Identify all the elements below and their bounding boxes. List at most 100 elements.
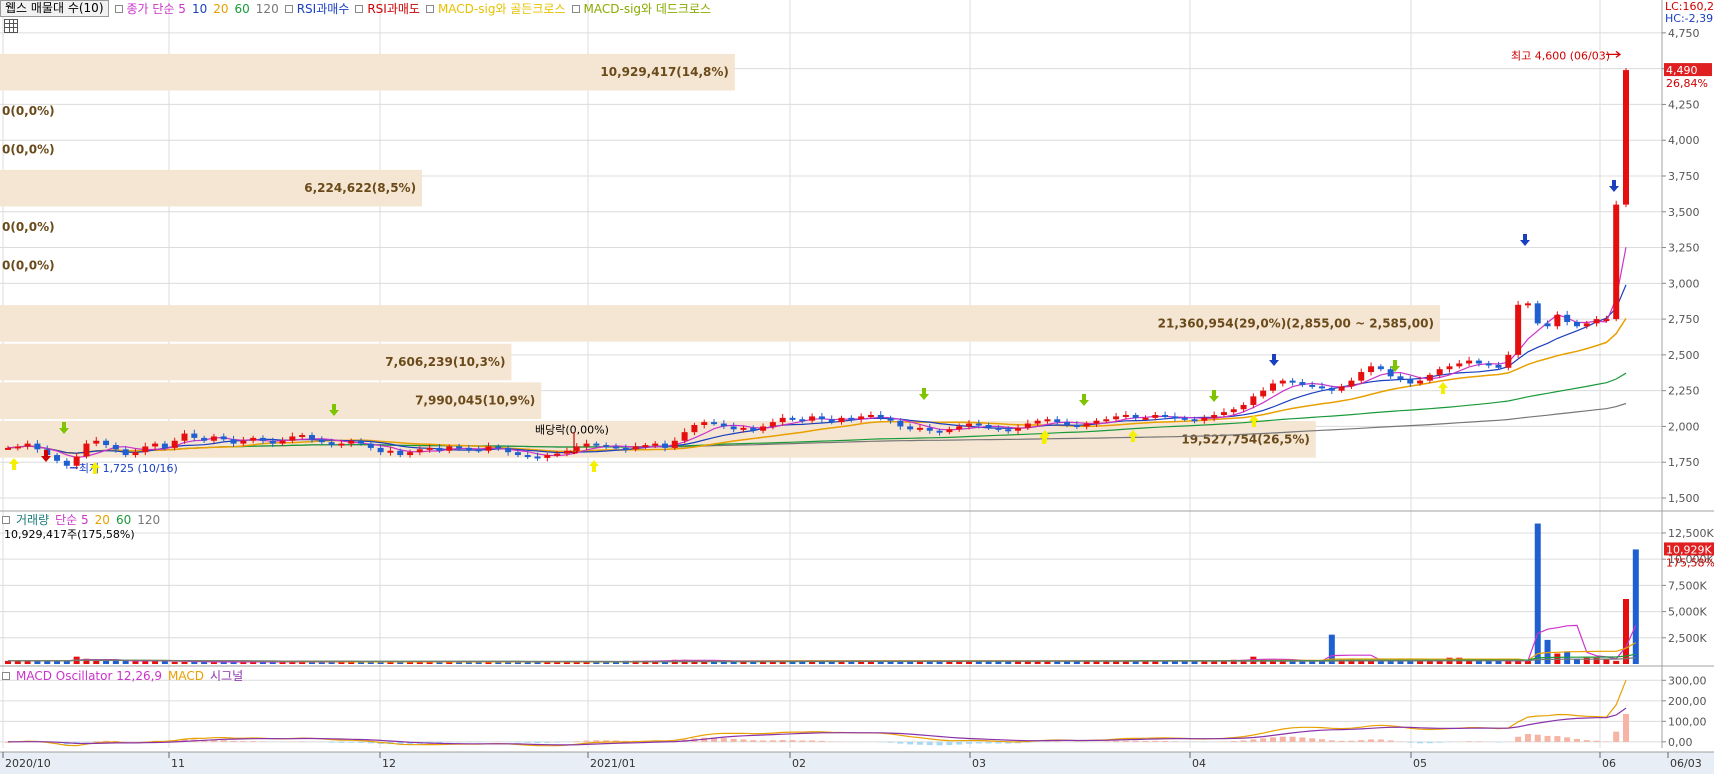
- macd-oscillator-bar: [760, 740, 767, 742]
- macd-oscillator-bar: [1377, 739, 1384, 742]
- candle-body: [1544, 323, 1551, 327]
- macd-oscillator-bar: [887, 741, 894, 743]
- candle-body: [1289, 380, 1296, 383]
- candle-body: [1093, 420, 1100, 424]
- candle-body: [1603, 319, 1610, 322]
- macd-oscillator-bar: [328, 741, 335, 743]
- price-tick-label: 2,250: [1668, 385, 1700, 398]
- macd-tick-label: 200,00: [1668, 695, 1707, 708]
- stock-chart[interactable]: 10,929,417(14,8%) 0(0,0%) 0(0,0%) 6,224,622…: [0, 0, 1714, 774]
- candle-body: [220, 436, 227, 440]
- indicator-ma60[interactable]: 60: [235, 2, 250, 16]
- indicator-ma-label: 종가 단순 5: [126, 2, 186, 16]
- volume-bar: [1613, 660, 1620, 664]
- indicator-macd-dead[interactable]: MACD-sig와 데드크로스: [571, 0, 711, 17]
- volume-bar: [93, 660, 100, 664]
- macd-oscillator-bar: [338, 741, 345, 743]
- macd-oscillator-bar: [1534, 734, 1541, 742]
- candle-body: [407, 452, 414, 456]
- candle-body: [1534, 303, 1541, 324]
- macd-oscillator-bar: [1113, 740, 1120, 742]
- candle-body: [1132, 414, 1139, 418]
- macd-oscillator-bar: [750, 740, 757, 742]
- current-change-label: 26,84%: [1666, 77, 1708, 90]
- grid-settings-icon[interactable]: [4, 19, 18, 33]
- price-tick-label: 2,500: [1668, 349, 1700, 362]
- price-tick-label: 3,500: [1668, 206, 1700, 219]
- macd-oscillator-bar: [946, 741, 953, 746]
- indicator-rsi-overbought[interactable]: RSI과매수: [284, 0, 349, 17]
- indicator-rsi-oversold[interactable]: RSI과매도: [355, 0, 420, 17]
- candle-body: [191, 433, 198, 438]
- macd-oscillator-bar: [926, 741, 933, 746]
- candle-body: [534, 456, 541, 459]
- candle-body: [54, 455, 61, 461]
- candle-body: [524, 455, 531, 458]
- indicator-ma10[interactable]: 10: [192, 2, 207, 16]
- candle-body: [612, 446, 619, 449]
- macd-legend-icon[interactable]: [2, 671, 10, 680]
- volume-ma60-label: 60: [115, 512, 132, 527]
- volume-profile-selector[interactable]: 웹스 매물대 수(10): [0, 0, 109, 17]
- macd-oscillator-bar: [1368, 739, 1375, 742]
- candle-body: [622, 447, 629, 450]
- candle-body: [1515, 304, 1522, 355]
- volume-tick-label: 2,500K: [1668, 632, 1707, 645]
- volume-profile-label: 0(0,0%): [2, 258, 55, 272]
- candle-body: [250, 437, 257, 441]
- candle-body: [328, 442, 335, 446]
- macd-oscillator-bar: [1171, 741, 1178, 742]
- macd-oscillator-bar: [936, 741, 943, 746]
- candle-body: [632, 446, 639, 450]
- candle-body: [956, 426, 963, 430]
- indicator-ma20[interactable]: 20: [213, 2, 228, 16]
- macd-oscillator-bar: [1613, 731, 1620, 742]
- price-tick-label: 3,750: [1668, 170, 1700, 183]
- macd-oscillator-bar: [740, 739, 747, 742]
- macd-oscillator-bar: [1544, 735, 1551, 742]
- candle-body: [1446, 366, 1453, 370]
- macd-oscillator-bar: [1358, 740, 1365, 742]
- candle-body: [1466, 360, 1473, 364]
- candle-body: [426, 447, 433, 450]
- indicator-ma[interactable]: 종가 단순 5: [114, 0, 186, 17]
- price-tick-label: 2,000: [1668, 420, 1700, 433]
- candle-body: [1171, 416, 1178, 419]
- indicator-macd-golden[interactable]: MACD-sig와 골든크로스: [425, 0, 566, 17]
- candle-body: [1152, 414, 1159, 418]
- macd-oscillator-bar: [799, 740, 806, 742]
- candle-body: [1524, 303, 1531, 306]
- candle-body: [573, 446, 580, 451]
- macd-oscillator-bar: [1132, 740, 1139, 742]
- macd-oscillator-bar: [1554, 736, 1561, 742]
- candle-body: [1623, 70, 1629, 205]
- macd-oscillator-bar: [583, 740, 590, 742]
- price-tick-label: 4,750: [1668, 27, 1700, 40]
- x-tick-label: 2021/01: [590, 757, 636, 770]
- candle-body: [318, 439, 325, 443]
- candle-body: [416, 449, 423, 453]
- candle-body: [985, 424, 992, 428]
- candle-body: [1328, 387, 1335, 391]
- candle-body: [603, 445, 610, 448]
- candle-body: [299, 435, 306, 438]
- price-tick-label: 2,750: [1668, 313, 1700, 326]
- candle-body: [1475, 360, 1482, 364]
- indicator-ma120[interactable]: 120: [256, 2, 279, 16]
- candle-body: [1024, 423, 1031, 428]
- macd-oscillator-bar: [985, 741, 992, 744]
- candle-body: [877, 414, 884, 418]
- candle-body: [1377, 366, 1384, 370]
- candle-body: [1260, 390, 1267, 397]
- macd-oscillator-bar: [1152, 740, 1159, 742]
- candle-body: [1005, 429, 1012, 432]
- x-tick-label: 06/03: [1670, 757, 1702, 770]
- volume-legend-icon[interactable]: [2, 515, 10, 524]
- volume-bar: [1495, 660, 1502, 664]
- volume-bar: [1623, 599, 1629, 664]
- candle-body: [1348, 380, 1355, 387]
- candle-body: [1269, 383, 1276, 391]
- candle-body: [122, 449, 129, 456]
- candle-body: [554, 453, 561, 456]
- macd-oscillator-bar: [1495, 741, 1502, 743]
